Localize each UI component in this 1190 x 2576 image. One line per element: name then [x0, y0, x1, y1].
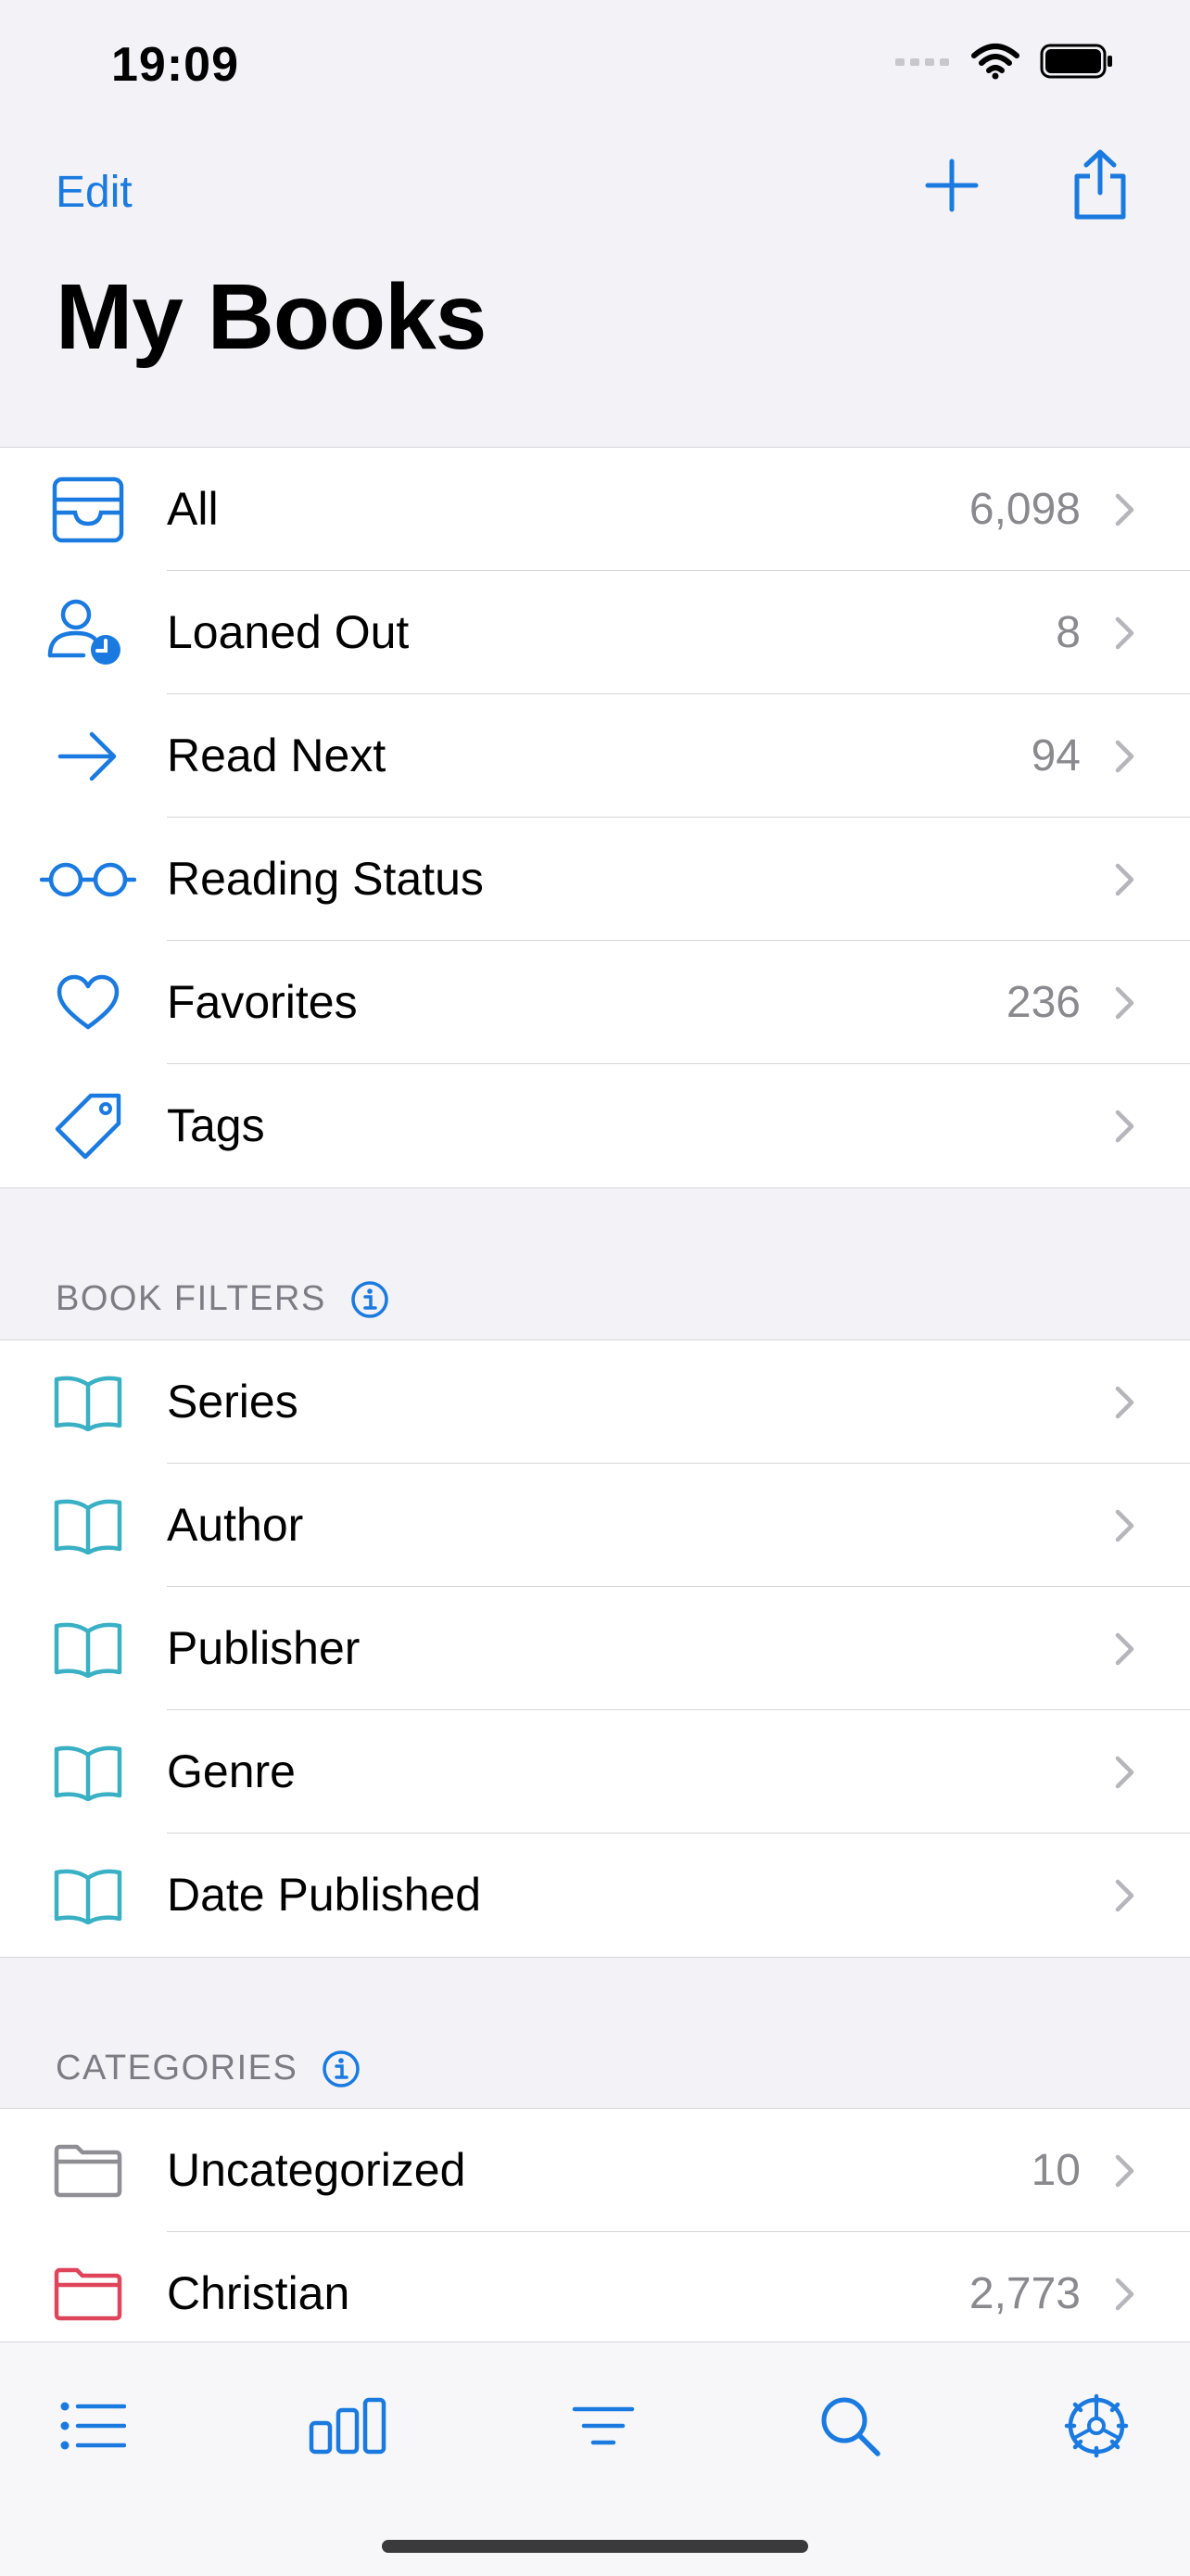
- categories-header: CATEGORIES: [56, 2049, 361, 2088]
- filter-lines-icon: [572, 2406, 635, 2445]
- book-filters-section: Series Author Publisher Genre Date Publi…: [0, 1339, 1190, 1958]
- edit-button[interactable]: Edit: [56, 167, 133, 218]
- row-label: Publisher: [167, 1622, 361, 1674]
- book-icon: [54, 1622, 122, 1678]
- book-icon: [54, 1869, 122, 1924]
- tab-filter[interactable]: [562, 2389, 645, 2463]
- search-icon: [821, 2397, 880, 2456]
- library-row-reading-status[interactable]: Reading Status: [0, 818, 1190, 941]
- chevron-right-icon: [1115, 1509, 1134, 1542]
- chevron-right-icon: [1115, 1756, 1134, 1789]
- settings-wheel-icon: [1064, 2393, 1129, 2458]
- chevron-right-icon: [1115, 1879, 1134, 1912]
- chevron-right-icon: [1115, 1110, 1134, 1143]
- filter-row-publisher[interactable]: Publisher: [0, 1587, 1190, 1710]
- arrow-right-icon: [57, 731, 117, 781]
- row-label: Date Published: [167, 1869, 482, 1921]
- row-label: Genre: [167, 1745, 296, 1797]
- filter-row-genre[interactable]: Genre: [0, 1710, 1190, 1834]
- row-label: Reading Status: [167, 853, 484, 905]
- battery-icon: [1040, 44, 1112, 79]
- book-filters-header: BOOK FILTERS: [56, 1279, 389, 1319]
- tab-stats[interactable]: [306, 2389, 389, 2463]
- status-time: 19:09: [111, 38, 239, 92]
- row-label: Series: [167, 1376, 298, 1428]
- home-indicator: [382, 2540, 808, 2553]
- chevron-right-icon: [1115, 1632, 1134, 1666]
- row-label: Favorites: [167, 976, 358, 1028]
- book-icon: [54, 1499, 122, 1554]
- row-label: Christian: [167, 2267, 350, 2319]
- row-label: Uncategorized: [167, 2144, 466, 2196]
- library-row-read-next[interactable]: Read Next 94: [0, 694, 1190, 818]
- filter-row-date-published[interactable]: Date Published: [0, 1834, 1190, 1957]
- book-icon: [54, 1376, 122, 1431]
- filter-row-author[interactable]: Author: [0, 1464, 1190, 1587]
- row-count: 6,098: [968, 485, 1081, 534]
- status-bar: 19:09: [0, 0, 1190, 139]
- chevron-right-icon: [1115, 493, 1134, 527]
- categories-section: Uncategorized 10 Christian 2,773: [0, 2108, 1190, 2355]
- add-icon[interactable]: [922, 156, 981, 215]
- list-icon: [60, 2402, 126, 2450]
- page-title: My Books: [56, 265, 487, 369]
- chevron-right-icon: [1115, 986, 1134, 1020]
- section-title: CATEGORIES: [56, 2049, 298, 2087]
- folder-icon: [54, 2267, 122, 2321]
- row-count: 94: [1031, 731, 1081, 780]
- chevron-right-icon: [1115, 863, 1134, 896]
- row-count: 8: [1056, 608, 1081, 657]
- filter-row-series[interactable]: Series: [0, 1340, 1190, 1464]
- library-row-loaned-out[interactable]: Loaned Out 8: [0, 571, 1190, 694]
- library-row-all[interactable]: All 6,098: [0, 448, 1190, 571]
- chevron-right-icon: [1115, 616, 1134, 650]
- row-count: 2,773: [968, 2269, 1081, 2318]
- category-row-uncategorized[interactable]: Uncategorized 10: [0, 2109, 1190, 2232]
- chevron-right-icon: [1115, 740, 1134, 773]
- library-row-favorites[interactable]: Favorites 236: [0, 941, 1190, 1064]
- row-label: Read Next: [167, 730, 386, 781]
- bar-chart-icon: [309, 2397, 386, 2455]
- share-icon[interactable]: [1068, 148, 1133, 222]
- section-title: BOOK FILTERS: [56, 1279, 326, 1318]
- row-count: 10: [1031, 2146, 1081, 2195]
- glasses-icon: [40, 862, 136, 897]
- chevron-right-icon: [1115, 2278, 1134, 2311]
- chevron-right-icon: [1115, 1386, 1134, 1419]
- chevron-right-icon: [1115, 2154, 1134, 2188]
- category-row-christian[interactable]: Christian 2,773: [0, 2232, 1190, 2355]
- wifi-icon: [971, 44, 1019, 80]
- status-icons: [895, 43, 1114, 80]
- row-label: Tags: [167, 1099, 265, 1151]
- tray-icon: [52, 476, 124, 543]
- library-section: All 6,098 Loaned Out 8 Read Next 94 Read…: [0, 447, 1190, 1188]
- folder-icon: [54, 2144, 122, 2198]
- book-icon: [54, 1745, 122, 1801]
- tab-list[interactable]: [51, 2389, 134, 2463]
- heart-icon: [57, 974, 120, 1030]
- person-clock-icon: [47, 599, 120, 665]
- tag-icon: [55, 1093, 121, 1160]
- info-icon[interactable]: [322, 2049, 361, 2088]
- library-row-tags[interactable]: Tags: [0, 1064, 1190, 1187]
- tab-search[interactable]: [808, 2389, 892, 2463]
- cellular-signal-icon: [895, 58, 949, 66]
- row-label: All: [167, 483, 219, 535]
- info-icon[interactable]: [350, 1280, 389, 1319]
- nav-bar: Edit: [0, 148, 1190, 241]
- row-label: Loaned Out: [167, 606, 410, 658]
- row-count: 236: [1006, 978, 1081, 1027]
- row-label: Author: [167, 1499, 304, 1551]
- tab-settings[interactable]: [1055, 2389, 1138, 2463]
